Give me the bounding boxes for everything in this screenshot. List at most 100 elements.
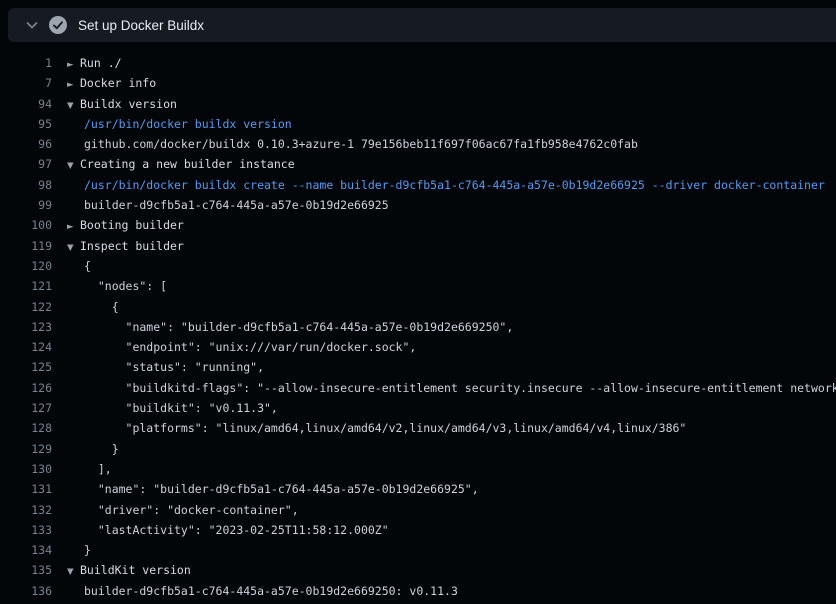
log-line: 99 builder-d9cfb5a1-c764-445a-a57e-0b19d… <box>0 195 836 215</box>
log-group-header[interactable]: ▼Inspect builder <box>52 236 836 256</box>
log-line: 7 ►Docker info <box>0 73 836 93</box>
log-line-text: github.com/docker/buildx 0.10.3+azure-1 … <box>52 134 836 154</box>
log-group-header[interactable]: ▼Creating a new builder instance <box>52 154 836 174</box>
log-line-text: "driver": "docker-container", <box>52 500 836 520</box>
line-number[interactable]: 131 <box>0 479 52 499</box>
log-line-text: { <box>52 256 836 276</box>
log-line: 127 "buildkit": "v0.11.3", <box>0 398 836 418</box>
log-line: 97 ▼Creating a new builder instance <box>0 154 836 174</box>
line-number[interactable]: 96 <box>0 134 52 154</box>
triangle-down-icon[interactable]: ▼ <box>67 96 80 114</box>
log-line-text: "endpoint": "unix:///var/run/docker.sock… <box>52 337 836 357</box>
triangle-down-icon[interactable]: ▼ <box>67 156 80 174</box>
line-number[interactable]: 130 <box>0 459 52 479</box>
log-line-text: "name": "builder-d9cfb5a1-c764-445a-a57e… <box>52 479 836 499</box>
line-number[interactable]: 126 <box>0 378 52 398</box>
group-label: Booting builder <box>80 218 184 232</box>
line-number[interactable]: 129 <box>0 439 52 459</box>
log-line: 134 } <box>0 540 836 560</box>
group-label: Run ./ <box>80 56 122 70</box>
log-line: 124 "endpoint": "unix:///var/run/docker.… <box>0 337 836 357</box>
triangle-down-icon[interactable]: ▼ <box>67 562 80 580</box>
line-number[interactable]: 133 <box>0 520 52 540</box>
log-line: 121 "nodes": [ <box>0 276 836 296</box>
log-line-text: builder-d9cfb5a1-c764-445a-a57e-0b19d2e6… <box>52 195 836 215</box>
log-viewer: 1 ►Run ./ 7 ►Docker info 94 ▼Buildx vers… <box>0 53 836 601</box>
group-label: Buildx version <box>80 97 177 111</box>
log-line-text: ], <box>52 459 836 479</box>
log-line-text: "status": "running", <box>52 357 836 377</box>
line-number[interactable]: 136 <box>0 581 52 601</box>
group-label: Docker info <box>80 76 156 90</box>
line-number[interactable]: 135 <box>0 560 52 580</box>
log-group-header[interactable]: ►Docker info <box>52 73 836 93</box>
chevron-down-icon[interactable] <box>24 17 40 33</box>
log-line: 123 "name": "builder-d9cfb5a1-c764-445a-… <box>0 317 836 337</box>
log-line-text: "name": "builder-d9cfb5a1-c764-445a-a57e… <box>52 317 836 337</box>
log-line-text: "lastActivity": "2023-02-25T11:58:12.000… <box>52 520 836 540</box>
triangle-right-icon[interactable]: ► <box>67 217 80 235</box>
line-number[interactable]: 100 <box>0 215 52 235</box>
log-line-text: "nodes": [ <box>52 276 836 296</box>
log-line: 130 ], <box>0 459 836 479</box>
triangle-right-icon[interactable]: ► <box>67 75 80 93</box>
group-label: Inspect builder <box>80 239 184 253</box>
log-line: 119 ▼Inspect builder <box>0 236 836 256</box>
line-number[interactable]: 97 <box>0 154 52 174</box>
log-line-text: } <box>52 439 836 459</box>
log-group-header[interactable]: ▼BuildKit version <box>52 560 836 580</box>
log-line-text: builder-d9cfb5a1-c764-445a-a57e-0b19d2e6… <box>52 581 836 601</box>
log-line-text: "buildkit": "v0.11.3", <box>52 398 836 418</box>
line-number[interactable]: 95 <box>0 114 52 134</box>
log-line-text: "buildkitd-flags": "--allow-insecure-ent… <box>52 378 836 398</box>
log-line: 129 } <box>0 439 836 459</box>
log-line-text: "platforms": "linux/amd64,linux/amd64/v2… <box>52 418 836 438</box>
log-line: 1 ►Run ./ <box>0 53 836 73</box>
line-number[interactable]: 128 <box>0 418 52 438</box>
line-number[interactable]: 127 <box>0 398 52 418</box>
log-line: 100 ►Booting builder <box>0 215 836 235</box>
line-number[interactable]: 99 <box>0 195 52 215</box>
log-line: 126 "buildkitd-flags": "--allow-insecure… <box>0 378 836 398</box>
line-number[interactable]: 1 <box>0 53 52 73</box>
log-line-text: } <box>52 540 836 560</box>
step-title: Set up Docker Buildx <box>78 18 204 33</box>
line-number[interactable]: 122 <box>0 297 52 317</box>
log-line-text: /usr/bin/docker buildx version <box>52 114 836 134</box>
line-number[interactable]: 134 <box>0 540 52 560</box>
log-line: 135 ▼BuildKit version <box>0 560 836 580</box>
log-line: 133 "lastActivity": "2023-02-25T11:58:12… <box>0 520 836 540</box>
line-number[interactable]: 119 <box>0 236 52 256</box>
log-line: 132 "driver": "docker-container", <box>0 500 836 520</box>
log-line: 131 "name": "builder-d9cfb5a1-c764-445a-… <box>0 479 836 499</box>
triangle-down-icon[interactable]: ▼ <box>67 238 80 256</box>
line-number[interactable]: 124 <box>0 337 52 357</box>
check-circle-icon <box>49 16 67 34</box>
log-group-header[interactable]: ▼Buildx version <box>52 94 836 114</box>
line-number[interactable]: 125 <box>0 357 52 377</box>
log-line: 136 builder-d9cfb5a1-c764-445a-a57e-0b19… <box>0 581 836 601</box>
log-line: 122 { <box>0 297 836 317</box>
log-line-text: /usr/bin/docker buildx create --name bui… <box>52 175 836 195</box>
line-number[interactable]: 121 <box>0 276 52 296</box>
line-number[interactable]: 132 <box>0 500 52 520</box>
line-number[interactable]: 98 <box>0 175 52 195</box>
log-group-header[interactable]: ►Booting builder <box>52 215 836 235</box>
group-label: Creating a new builder instance <box>80 157 295 171</box>
triangle-right-icon[interactable]: ► <box>67 55 80 73</box>
step-header[interactable]: Set up Docker Buildx <box>8 8 836 42</box>
line-number[interactable]: 94 <box>0 94 52 114</box>
log-line: 95 /usr/bin/docker buildx version <box>0 114 836 134</box>
line-number[interactable]: 123 <box>0 317 52 337</box>
log-line-text: { <box>52 297 836 317</box>
log-line: 128 "platforms": "linux/amd64,linux/amd6… <box>0 418 836 438</box>
log-line: 125 "status": "running", <box>0 357 836 377</box>
group-label: BuildKit version <box>80 563 191 577</box>
log-line: 94 ▼Buildx version <box>0 94 836 114</box>
line-number[interactable]: 120 <box>0 256 52 276</box>
log-group-header[interactable]: ►Run ./ <box>52 53 836 73</box>
log-line: 98 /usr/bin/docker buildx create --name … <box>0 175 836 195</box>
log-line: 120 { <box>0 256 836 276</box>
log-line: 96 github.com/docker/buildx 0.10.3+azure… <box>0 134 836 154</box>
line-number[interactable]: 7 <box>0 73 52 93</box>
